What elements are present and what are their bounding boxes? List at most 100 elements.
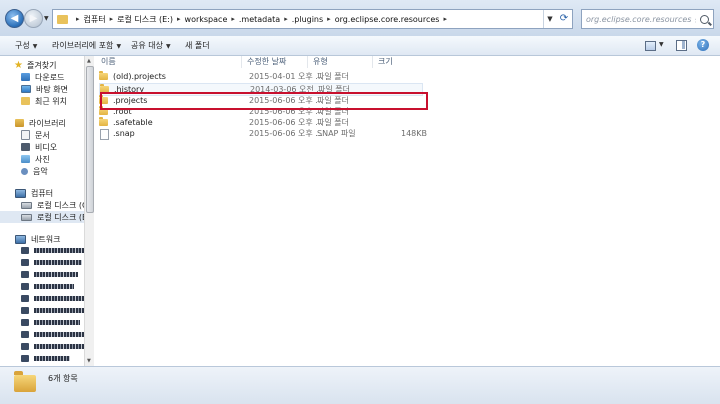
breadcrumb-arrow-icon[interactable]: ▸ — [284, 15, 288, 23]
nav-item-videos[interactable]: 비디오 — [21, 141, 57, 153]
address-bar[interactable]: ▸ 컴퓨터 ▸ 로컬 디스크 (E:) ▸ workspace ▸ .metad… — [52, 9, 573, 29]
refresh-icon[interactable]: ⟳ — [556, 10, 572, 28]
breadcrumb: ▸ 컴퓨터 ▸ 로컬 디스크 (E:) ▸ workspace ▸ .metad… — [72, 14, 451, 25]
breadcrumb-arrow-icon[interactable]: ▸ — [443, 15, 447, 23]
back-button[interactable]: ◀ — [5, 9, 24, 28]
address-history-dropdown[interactable]: ▼ — [543, 10, 556, 28]
breadcrumb-drive-e[interactable]: 로컬 디스크 (E:) — [117, 14, 173, 25]
file-icon — [100, 129, 109, 140]
preview-pane-icon[interactable] — [676, 40, 688, 51]
column-header-name[interactable]: 이름 — [101, 56, 116, 68]
redacted-host-name — [34, 247, 84, 253]
scroll-down-icon[interactable]: ▼ — [87, 358, 91, 364]
nav-item-pictures[interactable]: 사진 — [21, 153, 50, 165]
computer-icon — [21, 270, 29, 278]
column-divider[interactable] — [241, 56, 242, 68]
forward-button[interactable]: ▶ — [24, 9, 43, 28]
desktop-icon — [21, 85, 31, 93]
drive-icon — [21, 201, 32, 209]
redacted-host-name — [34, 343, 84, 349]
search-input[interactable] — [582, 12, 700, 26]
redacted-host-name — [34, 319, 80, 325]
organize-button[interactable]: 구성 ▼ — [15, 40, 37, 51]
chevron-down-icon[interactable]: ▼ — [659, 41, 664, 48]
nav-network-host[interactable] — [21, 256, 82, 268]
breadcrumb-plugins[interactable]: .plugins — [292, 15, 323, 24]
share-button[interactable]: 공유 대상 ▼ — [131, 40, 171, 51]
computer-icon — [21, 246, 29, 254]
nav-network-host[interactable] — [21, 352, 70, 364]
file-row[interactable]: .safetable 2015-06-06 오후 ... 파일 폴더 — [99, 117, 421, 128]
breadcrumb-arrow-icon[interactable]: ▸ — [76, 15, 80, 23]
new-folder-button[interactable]: 새 폴더 — [185, 40, 210, 51]
navigation-pane: ★ 즐겨찾기 다운로드 바탕 화면 최근 위치 라이브러리 문서 비디오 사진 음… — [0, 56, 84, 366]
include-library-button[interactable]: 라이브러리에 포함 ▼ — [52, 40, 121, 51]
folder-icon — [57, 14, 68, 24]
music-icon — [21, 167, 28, 175]
column-header-date[interactable]: 수정한 날짜 — [247, 56, 286, 68]
column-header-type[interactable]: 유형 — [313, 56, 328, 68]
redacted-host-name — [34, 355, 70, 361]
breadcrumb-resources[interactable]: org.eclipse.core.resources — [335, 15, 440, 24]
nav-computer[interactable]: 컴퓨터 — [15, 187, 53, 199]
scroll-up-icon[interactable]: ▲ — [87, 58, 91, 64]
file-row[interactable]: (old).projects 2015-04-01 오후 ... 파일 폴더 — [99, 71, 421, 82]
scrollbar-thumb[interactable] — [86, 66, 94, 213]
video-icon — [21, 143, 30, 151]
nav-network-host[interactable] — [21, 280, 74, 292]
nav-network-host[interactable] — [21, 304, 84, 316]
chevron-down-icon: ▼ — [32, 43, 38, 50]
nav-network-host[interactable] — [21, 268, 78, 280]
nav-item-downloads[interactable]: 다운로드 — [21, 71, 64, 83]
nav-network-host[interactable] — [21, 328, 84, 340]
folder-icon — [14, 371, 36, 392]
breadcrumb-arrow-icon[interactable]: ▸ — [327, 15, 331, 23]
nav-libraries[interactable]: 라이브러리 — [15, 117, 66, 129]
document-icon — [21, 130, 30, 140]
nav-item-drive-e[interactable]: 로컬 디스크 (E:) — [0, 211, 84, 223]
explorer-window: ◀ ▶ ▼ ▸ 컴퓨터 ▸ 로컬 디스크 (E:) ▸ workspace ▸ … — [0, 0, 720, 404]
redacted-host-name — [34, 259, 82, 265]
drive-icon — [21, 213, 32, 221]
library-icon — [15, 119, 24, 127]
column-divider[interactable] — [372, 56, 373, 68]
breadcrumb-metadata[interactable]: .metadata — [239, 15, 280, 24]
command-bar: 구성 ▼ 라이브러리에 포함 ▼ 공유 대상 ▼ 새 폴더 ▼ ? — [0, 36, 720, 56]
views-icon[interactable] — [645, 40, 657, 51]
computer-icon — [21, 330, 29, 338]
nav-network-host[interactable] — [21, 340, 84, 352]
nav-favorites[interactable]: ★ 즐겨찾기 — [13, 59, 56, 71]
redacted-host-name — [34, 307, 84, 313]
redacted-host-name — [34, 331, 84, 337]
highlight-annotation — [100, 92, 428, 110]
item-count: 6개 항목 — [48, 374, 78, 383]
computer-icon — [21, 258, 29, 266]
nav-item-drive-c[interactable]: 로컬 디스크 (C:) — [21, 199, 84, 211]
help-icon[interactable]: ? — [697, 39, 709, 51]
network-icon — [15, 234, 26, 244]
file-row[interactable]: .snap 2015-06-06 오후 ... SNAP 파일 148KB — [99, 128, 427, 140]
nav-network-host[interactable] — [21, 316, 80, 328]
recent-places-icon — [21, 97, 30, 105]
nav-item-documents[interactable]: 문서 — [21, 129, 50, 141]
breadcrumb-arrow-icon[interactable]: ▸ — [231, 15, 235, 23]
column-divider[interactable] — [307, 56, 308, 68]
nav-item-music[interactable]: 음악 — [21, 165, 48, 177]
nav-item-desktop[interactable]: 바탕 화면 — [21, 83, 68, 95]
computer-icon — [21, 354, 29, 362]
breadcrumb-workspace[interactable]: workspace — [185, 15, 228, 24]
recent-pages-dropdown[interactable]: ▼ — [44, 15, 49, 22]
search-icon[interactable] — [700, 14, 709, 24]
computer-icon — [21, 282, 29, 290]
column-header-size[interactable]: 크기 — [378, 56, 393, 68]
nav-network-host[interactable] — [21, 244, 84, 256]
folder-icon — [99, 117, 108, 126]
nav-item-recent[interactable]: 최근 위치 — [21, 95, 67, 107]
breadcrumb-arrow-icon[interactable]: ▸ — [177, 15, 181, 23]
breadcrumb-arrow-icon[interactable]: ▸ — [110, 15, 114, 23]
breadcrumb-computer[interactable]: 컴퓨터 — [84, 14, 106, 25]
picture-icon — [21, 155, 30, 163]
search-box[interactable] — [581, 9, 714, 29]
nav-scrollbar[interactable]: ▲ ▼ — [84, 56, 94, 366]
nav-network-host[interactable] — [21, 292, 84, 304]
